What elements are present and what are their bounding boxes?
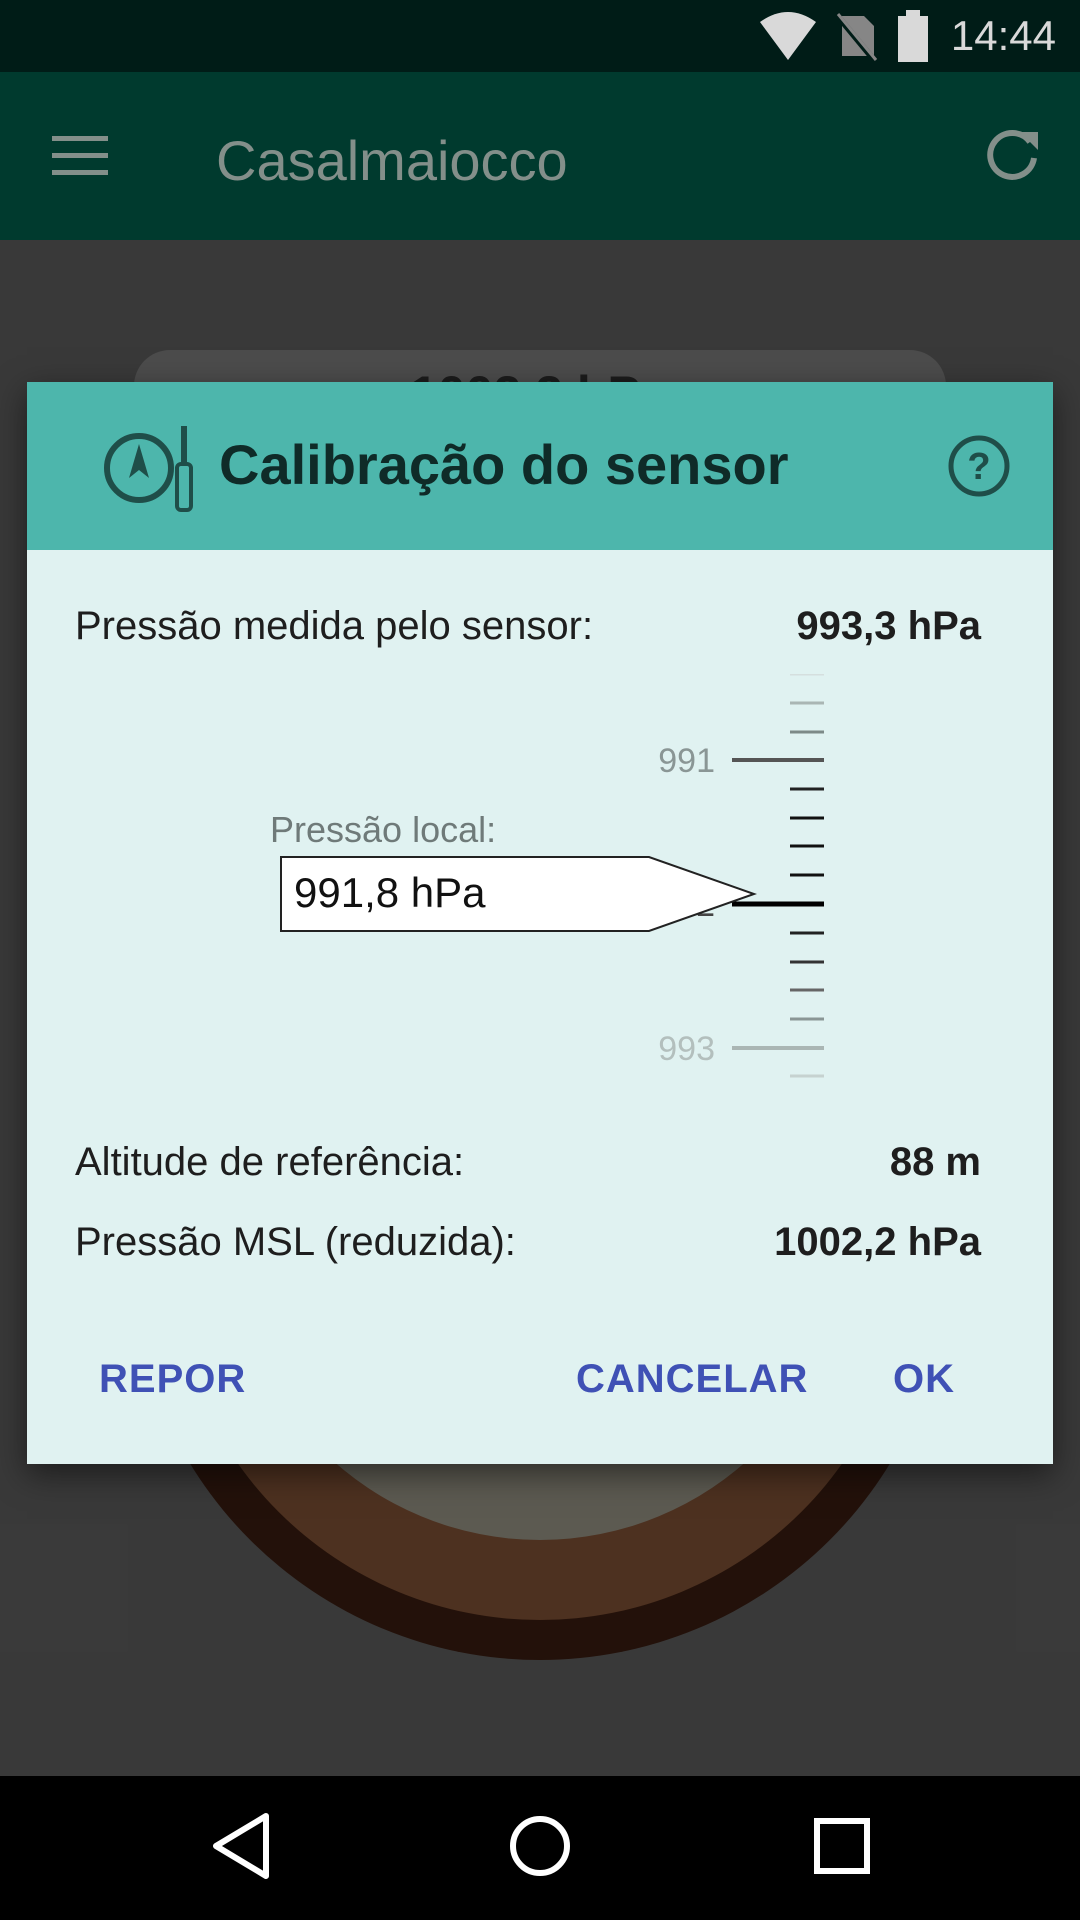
reset-button[interactable]: REPOR	[99, 1357, 246, 1402]
home-circle-icon[interactable]	[506, 1810, 574, 1882]
cancel-button[interactable]: CANCELAR	[576, 1357, 808, 1402]
sensor-pressure-label: Pressão medida pelo sensor:	[75, 604, 594, 648]
reference-altitude-value: 88 m	[889, 1140, 981, 1184]
local-pressure-label: Pressão local:	[270, 809, 497, 850]
ok-button[interactable]: OK	[893, 1357, 955, 1402]
ruler-label-993: 993	[658, 1030, 715, 1068]
sensor-pressure-value: 993,3 hPa	[796, 604, 981, 648]
local-pressure-value: 991,8 hPa	[294, 869, 486, 916]
help-circle-icon[interactable]: ?	[947, 434, 1011, 498]
msl-pressure-label: Pressão MSL (reduzida):	[75, 1220, 516, 1264]
msl-pressure-value: 1002,2 hPa	[774, 1220, 981, 1264]
barometer-wrench-icon	[104, 426, 193, 512]
svg-text:?: ?	[967, 446, 990, 488]
dialog-header: Calibração do sensor ?	[27, 382, 1053, 550]
dialog-title: Calibração do sensor	[219, 433, 789, 496]
reference-altitude-label: Altitude de referência:	[75, 1140, 465, 1184]
recents-square-icon[interactable]	[810, 1810, 874, 1882]
back-triangle-icon[interactable]	[210, 1810, 272, 1882]
navigation-bar	[0, 1776, 1080, 1920]
ruler-label-991: 991	[658, 742, 715, 780]
calibration-dialog: Calibração do sensor ? Pressão medida pe…	[27, 382, 1053, 1464]
